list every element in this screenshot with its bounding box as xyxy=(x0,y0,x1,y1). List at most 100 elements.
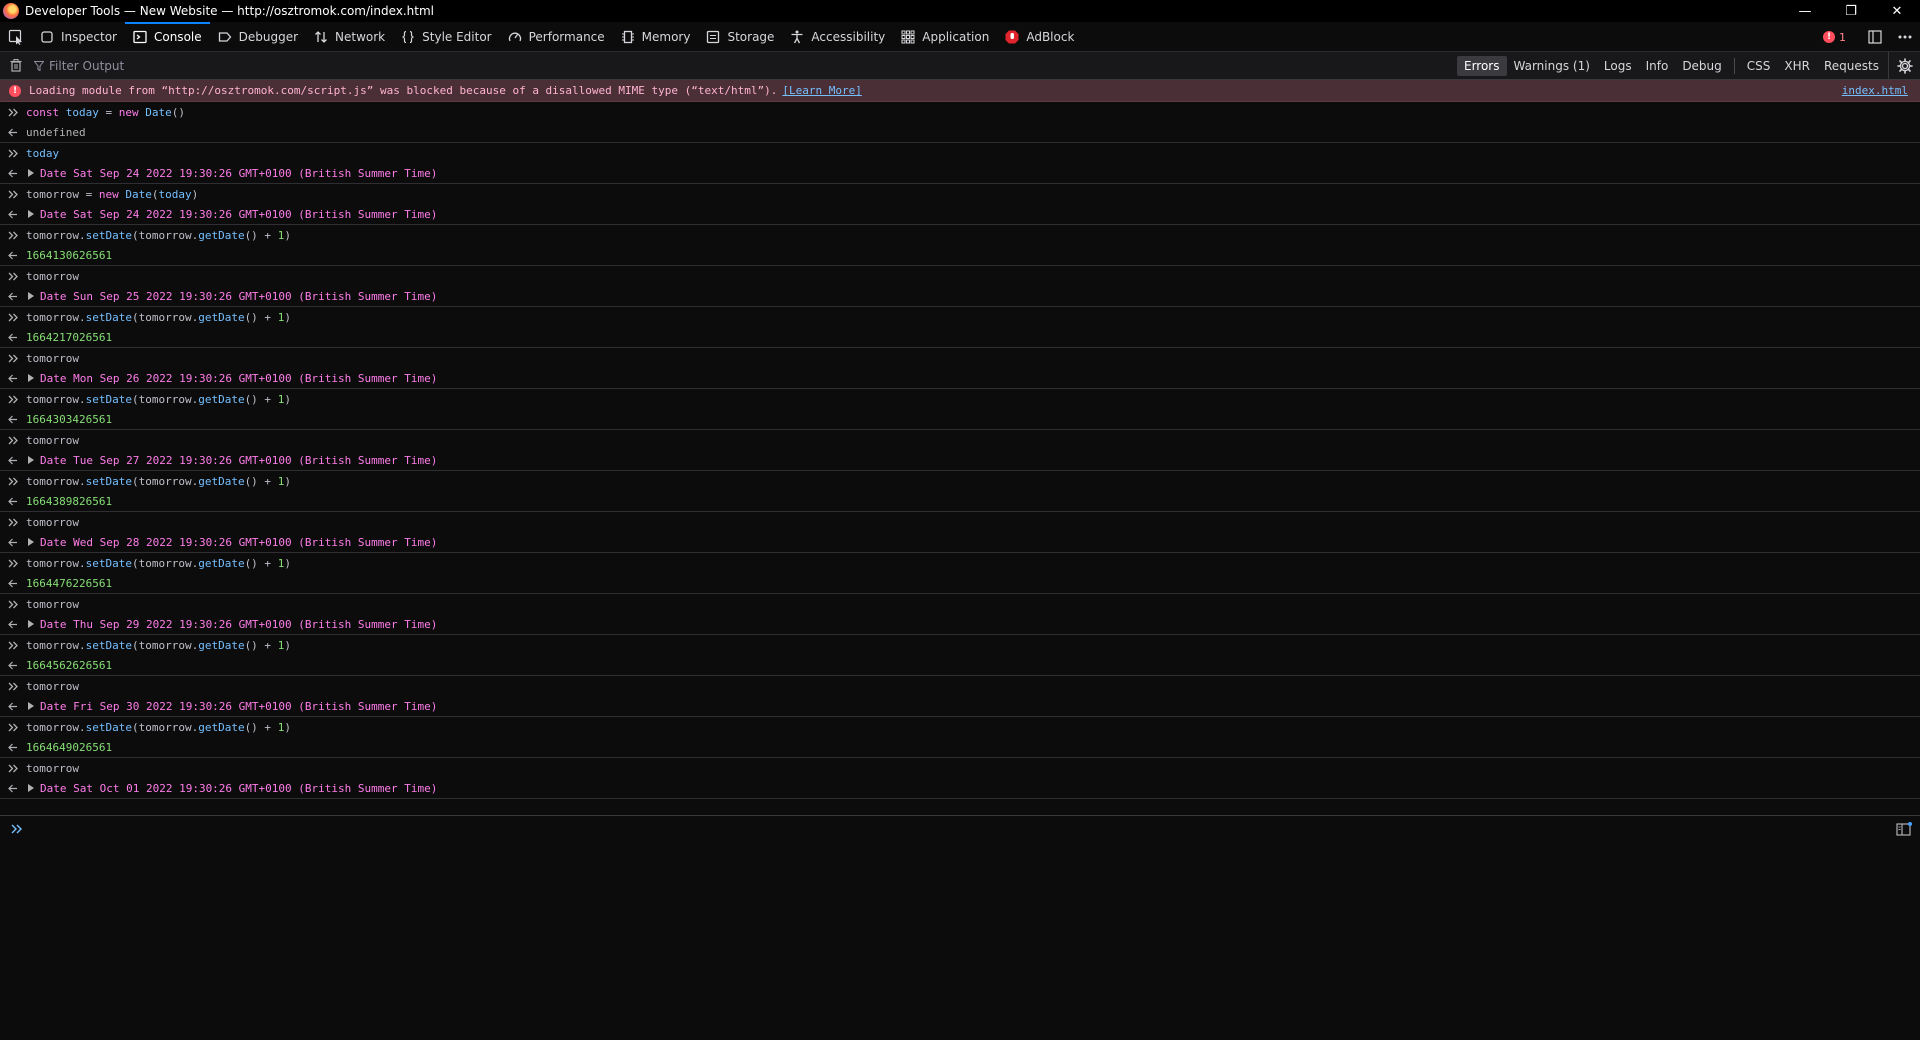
expand-triangle-icon[interactable] xyxy=(28,374,34,382)
filter-separator xyxy=(1733,58,1735,74)
command-line[interactable]: tomorrow.setDate(tomorrow.getDate() + 1) xyxy=(0,717,1920,737)
minimize-button[interactable]: — xyxy=(1782,0,1828,22)
dock-toggle-button[interactable] xyxy=(1860,22,1890,52)
result-arrow-icon xyxy=(0,374,26,383)
more-options-button[interactable] xyxy=(1890,22,1920,52)
result-line[interactable]: Date Fri Sep 30 2022 19:30:26 GMT+0100 (… xyxy=(0,696,1920,716)
command-line[interactable]: tomorrow.setDate(tomorrow.getDate() + 1) xyxy=(0,389,1920,409)
restore-button[interactable]: ❐ xyxy=(1828,0,1874,22)
inspector-icon xyxy=(40,30,54,44)
tab-label: AdBlock xyxy=(1026,29,1075,44)
command-line[interactable]: tomorrow.setDate(tomorrow.getDate() + 1) xyxy=(0,471,1920,491)
result-arrow-icon xyxy=(0,456,26,465)
command-text: tomorrow.setDate(tomorrow.getDate() + 1) xyxy=(26,638,291,652)
command-text: tomorrow xyxy=(26,351,79,365)
tab-performance[interactable]: Performance xyxy=(500,22,613,52)
console-entry: tomorrow.setDate(tomorrow.getDate() + 1)… xyxy=(0,389,1920,430)
command-line[interactable]: tomorrow xyxy=(0,594,1920,614)
command-line[interactable]: tomorrow.setDate(tomorrow.getDate() + 1) xyxy=(0,635,1920,655)
expand-triangle-icon[interactable] xyxy=(28,538,34,546)
command-line[interactable]: tomorrow xyxy=(0,430,1920,450)
expand-triangle-icon[interactable] xyxy=(28,292,34,300)
result-arrow-icon xyxy=(0,169,26,178)
command-line[interactable]: tomorrow xyxy=(0,266,1920,286)
more-icon xyxy=(1898,35,1912,39)
tab-console[interactable]: Console xyxy=(124,21,210,52)
result-text: Date Sat Sep 24 2022 19:30:26 GMT+0100 (… xyxy=(40,166,438,180)
command-line[interactable]: tomorrow.setDate(tomorrow.getDate() + 1) xyxy=(0,553,1920,573)
expand-triangle-icon[interactable] xyxy=(28,620,34,628)
tab-application[interactable]: Application xyxy=(893,22,997,52)
expand-triangle-icon[interactable] xyxy=(28,210,34,218)
error-message: ! Loading module from “http://osztromok.… xyxy=(0,80,1920,102)
result-text: Date Tue Sep 27 2022 19:30:26 GMT+0100 (… xyxy=(40,453,438,467)
console-entry: tomorrow.setDate(tomorrow.getDate() + 1)… xyxy=(0,553,1920,594)
result-text: 1664217026561 xyxy=(26,330,113,344)
command-text: tomorrow.setDate(tomorrow.getDate() + 1) xyxy=(26,310,291,324)
expand-triangle-icon[interactable] xyxy=(28,784,34,792)
command-line[interactable]: tomorrow.setDate(tomorrow.getDate() + 1) xyxy=(0,307,1920,327)
result-line[interactable]: Date Sat Sep 24 2022 19:30:26 GMT+0100 (… xyxy=(0,163,1920,183)
console-input[interactable] xyxy=(0,815,1920,841)
result-line[interactable]: Date Sat Oct 01 2022 19:30:26 GMT+0100 (… xyxy=(0,778,1920,798)
tab-accessibility[interactable]: Accessibility xyxy=(782,22,893,52)
tab-debugger[interactable]: Debugger xyxy=(210,22,306,52)
result-line[interactable]: Date Mon Sep 26 2022 19:30:26 GMT+0100 (… xyxy=(0,368,1920,388)
expand-triangle-icon[interactable] xyxy=(28,456,34,464)
filter-output-input[interactable]: Filter Output xyxy=(34,56,434,76)
element-picker-button[interactable] xyxy=(0,22,32,52)
filter-info-button[interactable]: Info xyxy=(1639,56,1676,76)
tab-memory[interactable]: Memory xyxy=(613,22,699,52)
tab-label: Debugger xyxy=(238,29,299,44)
input-chevron-icon xyxy=(0,313,26,322)
input-chevron-icon xyxy=(0,231,26,240)
result-line[interactable]: Date Sun Sep 25 2022 19:30:26 GMT+0100 (… xyxy=(0,286,1920,306)
result-line[interactable]: Date Tue Sep 27 2022 19:30:26 GMT+0100 (… xyxy=(0,450,1920,470)
tab-style-editor[interactable]: Style Editor xyxy=(393,22,499,52)
filter-warnings-button[interactable]: Warnings (1) xyxy=(1507,56,1597,76)
expand-triangle-icon[interactable] xyxy=(28,702,34,710)
clear-console-button[interactable] xyxy=(0,52,32,80)
command-line[interactable]: today xyxy=(0,143,1920,163)
tab-adblock[interactable]: AdBlock xyxy=(997,22,1082,52)
error-count-badge[interactable]: ! 1 xyxy=(1823,31,1846,44)
toolbar-right: ! 1 xyxy=(1823,22,1920,52)
editor-mode-toggle[interactable] xyxy=(1894,820,1914,838)
tab-inspector[interactable]: Inspector xyxy=(32,22,125,52)
filter-debug-button[interactable]: Debug xyxy=(1675,56,1728,76)
command-line[interactable]: tomorrow xyxy=(0,758,1920,778)
filter-xhr-button[interactable]: XHR xyxy=(1777,56,1817,76)
filter-errors-button[interactable]: Errors xyxy=(1456,56,1507,76)
console-entry: today Date Sat Sep 24 2022 19:30:26 GMT+0… xyxy=(0,143,1920,184)
error-source-link[interactable]: index.html xyxy=(1842,84,1908,97)
command-text: tomorrow xyxy=(26,515,79,529)
command-line[interactable]: tomorrow xyxy=(0,676,1920,696)
result-line: 1664130626561 xyxy=(0,245,1920,265)
filter-requests-button[interactable]: Requests xyxy=(1817,56,1886,76)
result-line: 1664649026561 xyxy=(0,737,1920,757)
result-line[interactable]: Date Wed Sep 28 2022 19:30:26 GMT+0100 (… xyxy=(0,532,1920,552)
command-line[interactable]: tomorrow xyxy=(0,512,1920,532)
tab-storage[interactable]: Storage xyxy=(698,22,782,52)
result-arrow-icon xyxy=(0,702,26,711)
close-button[interactable]: ✕ xyxy=(1874,0,1920,22)
command-line[interactable]: tomorrow = new Date(today) xyxy=(0,184,1920,204)
filter-css-button[interactable]: CSS xyxy=(1740,56,1778,76)
tab-network[interactable]: Network xyxy=(306,22,393,52)
result-line[interactable]: Date Sat Sep 24 2022 19:30:26 GMT+0100 (… xyxy=(0,204,1920,224)
prompt-chevron-icon xyxy=(0,824,34,834)
tab-list: Inspector Console Debugger Network Style Edi… xyxy=(32,21,1082,52)
command-line[interactable]: tomorrow xyxy=(0,348,1920,368)
result-line[interactable]: Date Thu Sep 29 2022 19:30:26 GMT+0100 (… xyxy=(0,614,1920,634)
result-line: 1664303426561 xyxy=(0,409,1920,429)
expand-triangle-icon[interactable] xyxy=(28,169,34,177)
console-entry: tomorrow Date Thu Sep 29 2022 19:30:26 GM… xyxy=(0,594,1920,635)
command-text: tomorrow xyxy=(26,597,79,611)
command-line[interactable]: tomorrow.setDate(tomorrow.getDate() + 1) xyxy=(0,225,1920,245)
input-chevron-icon xyxy=(0,108,26,117)
learn-more-link[interactable]: [Learn More] xyxy=(782,84,861,97)
result-line: 1664562626561 xyxy=(0,655,1920,675)
filter-logs-button[interactable]: Logs xyxy=(1597,56,1639,76)
command-line[interactable]: const today = new Date() xyxy=(0,102,1920,122)
console-settings-button[interactable] xyxy=(1888,52,1920,80)
